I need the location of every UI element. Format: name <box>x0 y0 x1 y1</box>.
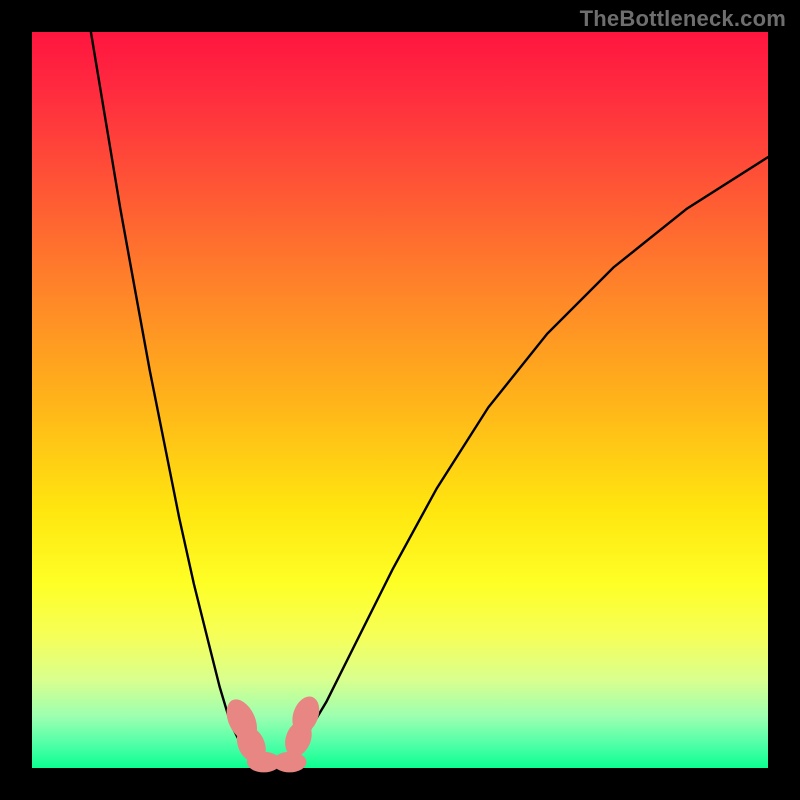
watermark-text: TheBottleneck.com <box>580 6 786 32</box>
series-left-branch <box>91 32 253 761</box>
plot-area <box>32 32 768 768</box>
chart-svg <box>32 32 768 768</box>
marker-group <box>220 693 324 773</box>
curve-group <box>91 32 768 767</box>
marker-valley-right <box>273 752 307 773</box>
series-right-branch <box>290 157 768 759</box>
